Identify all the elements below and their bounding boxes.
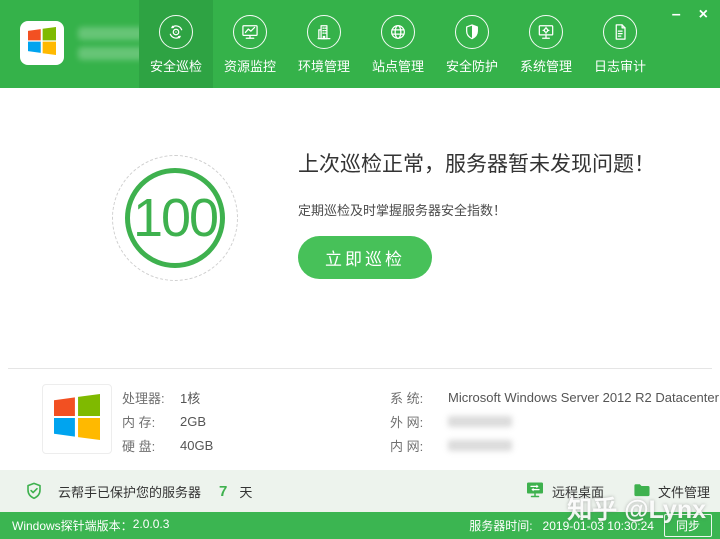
server-time-label: 服务器时间:	[469, 517, 532, 534]
security-score-ring: 100	[112, 155, 238, 281]
windows-logo-card	[20, 21, 64, 65]
tab-system-management[interactable]: 系统管理	[509, 0, 583, 88]
shield-check-icon	[24, 481, 44, 501]
redacted-wan-ip	[448, 416, 512, 427]
app-window: 安全巡检 资源监控	[0, 0, 720, 539]
tab-label: 站点管理	[372, 56, 424, 75]
tab-security-inspection[interactable]: 安全巡检	[139, 0, 213, 88]
tab-label: 资源监控	[224, 56, 276, 75]
main-nav: 安全巡检 资源监控	[139, 0, 657, 88]
tab-site-management[interactable]: 站点管理	[361, 0, 435, 88]
protection-actions: 远程桌面 文件管理	[525, 480, 710, 502]
memory-row: 内 存: 2GB	[122, 409, 213, 433]
os-label: 系 统:	[390, 388, 448, 407]
probe-version: Windows探针端版本： 2.0.0.3	[12, 517, 169, 534]
protection-days: 7	[219, 483, 227, 500]
os-logo-card	[42, 384, 112, 454]
tab-log-audit[interactable]: 日志审计	[583, 0, 657, 88]
shield-icon	[455, 15, 489, 49]
disk-value: 40GB	[180, 438, 213, 453]
tab-security-protection[interactable]: 安全防护	[435, 0, 509, 88]
disk-label: 硬 盘:	[122, 436, 180, 455]
redacted-lan-ip	[448, 440, 512, 451]
windows-logo-icon	[54, 394, 100, 445]
os-row: 系 统: Microsoft Windows Server 2012 R2 Da…	[390, 385, 719, 409]
resource-monitor-icon	[233, 15, 267, 49]
remote-desktop-icon	[525, 480, 545, 502]
window-controls: – ×	[672, 6, 708, 24]
cpu-label: 处理器:	[122, 388, 180, 407]
cpu-row: 处理器: 1核	[122, 385, 213, 409]
status-bar: Windows探针端版本： 2.0.0.3 服务器时间: 2019-01-03 …	[0, 512, 720, 539]
memory-label: 内 存:	[122, 412, 180, 431]
lan-row: 内 网:	[390, 433, 719, 457]
wan-row: 外 网:	[390, 409, 719, 433]
tab-label: 安全巡检	[150, 56, 202, 75]
probe-version-value: 2.0.0.3	[133, 517, 170, 534]
site-globe-icon	[381, 15, 415, 49]
minimize-button[interactable]: –	[672, 6, 681, 24]
inspect-now-button[interactable]: 立即巡检	[298, 236, 432, 279]
tab-environment-management[interactable]: 环境管理	[287, 0, 361, 88]
protection-bar: 云帮手已保护您的服务器 7 天 远程桌面	[0, 470, 720, 512]
windows-logo-icon	[28, 27, 56, 60]
section-divider	[8, 368, 712, 369]
security-score: 100	[133, 187, 217, 249]
remote-desktop-label: 远程桌面	[552, 482, 604, 501]
cpu-value: 1核	[180, 388, 200, 407]
tab-label: 系统管理	[520, 56, 572, 75]
memory-value: 2GB	[180, 414, 206, 429]
tab-resource-monitor[interactable]: 资源监控	[213, 0, 287, 88]
protection-text: 云帮手已保护您的服务器	[58, 482, 201, 501]
remote-desktop-button[interactable]: 远程桌面	[525, 480, 604, 502]
wan-label: 外 网:	[390, 412, 448, 431]
file-manager-label: 文件管理	[658, 482, 710, 501]
tab-label: 日志审计	[594, 56, 646, 75]
server-info-left: 处理器: 1核 内 存: 2GB 硬 盘: 40GB	[122, 385, 213, 457]
sync-button[interactable]: 同步	[664, 514, 712, 537]
status-bar-right: 服务器时间: 2019-01-03 10:30:24 同步	[469, 514, 712, 537]
inspection-icon	[159, 15, 193, 49]
os-value: Microsoft Windows Server 2012 R2 Datacen…	[448, 390, 719, 405]
server-time-value: 2019-01-03 10:30:24	[543, 519, 654, 533]
file-manager-button[interactable]: 文件管理	[632, 481, 710, 501]
server-info-right: 系 统: Microsoft Windows Server 2012 R2 Da…	[390, 385, 719, 457]
protection-days-unit: 天	[239, 482, 252, 501]
probe-version-label: Windows探针端版本：	[12, 517, 133, 534]
lan-label: 内 网:	[390, 436, 448, 455]
close-button[interactable]: ×	[699, 6, 708, 24]
log-audit-icon	[603, 15, 637, 49]
disk-row: 硬 盘: 40GB	[122, 433, 213, 457]
inspection-result-title: 上次巡检正常，服务器暂未发现问题！	[298, 148, 655, 178]
inspection-result-subtitle: 定期巡检及时掌握服务器安全指数！	[298, 200, 506, 219]
header-bar: 安全巡检 资源监控	[0, 0, 720, 88]
environment-icon	[307, 15, 341, 49]
tab-label: 环境管理	[298, 56, 350, 75]
tab-label: 安全防护	[446, 56, 498, 75]
folder-icon	[632, 481, 651, 501]
score-ring-inner: 100	[125, 168, 225, 268]
system-icon	[529, 15, 563, 49]
